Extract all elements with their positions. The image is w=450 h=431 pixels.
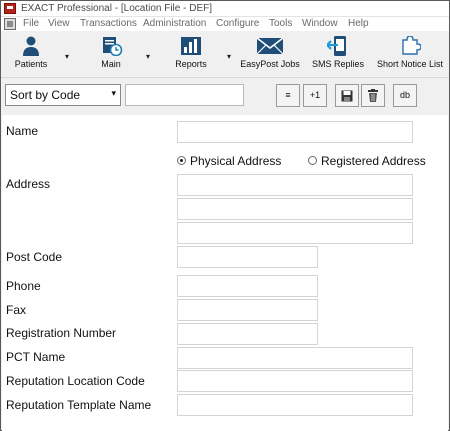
pct-name-field[interactable] — [177, 347, 413, 369]
reports-button[interactable]: Reports — [169, 36, 213, 76]
easypost-jobs-button[interactable]: EasyPost Jobs — [239, 36, 301, 76]
puzzle-icon — [402, 36, 421, 55]
document-menu-icon[interactable] — [4, 18, 16, 30]
db-label: db — [399, 90, 410, 100]
envelope-icon — [256, 37, 284, 55]
reports-dropdown-arrow[interactable]: ▾ — [227, 52, 231, 61]
registered-address-radio[interactable]: Registered Address — [308, 154, 426, 168]
menu-configure[interactable]: Configure — [216, 18, 259, 29]
phone-reply-icon — [327, 36, 346, 56]
sms-replies-label: SMS Replies — [311, 59, 365, 69]
reputation-template-name-label: Reputation Template Name — [6, 398, 152, 412]
main-dropdown-arrow[interactable]: ▾ — [146, 52, 150, 61]
delete-button[interactable] — [361, 84, 385, 107]
menu-window[interactable]: Window — [302, 18, 338, 29]
floppy-disk-icon — [341, 90, 353, 102]
post-code-label: Post Code — [6, 250, 63, 264]
main-toolbar: Patients ▾ Main ▾ Reports ▾ EasyPost Job… — [1, 32, 449, 78]
short-notice-list-label: Short Notice List — [376, 59, 444, 69]
post-code-field[interactable] — [177, 246, 318, 268]
list-button[interactable]: ≡ — [276, 84, 300, 107]
radio-unselected-icon — [308, 156, 317, 165]
sort-by-value: Sort by Code — [10, 88, 81, 102]
record-navigation-bar: Sort by Code ▾ ≡ +1 db — [1, 79, 449, 115]
plus-one-button[interactable]: +1 — [303, 84, 327, 107]
physical-address-radio[interactable]: Physical Address — [177, 154, 281, 168]
person-icon — [23, 36, 39, 56]
address-line-3-field[interactable] — [177, 222, 413, 244]
location-form: Name Physical Address Registered Address… — [2, 115, 448, 431]
window-title: EXACT Professional - [Location File - DE… — [21, 3, 212, 14]
fax-field[interactable] — [177, 299, 318, 321]
easypost-jobs-label: EasyPost Jobs — [240, 59, 300, 69]
menu-transactions[interactable]: Transactions — [80, 18, 137, 29]
name-field[interactable] — [177, 121, 413, 143]
pct-name-label: PCT Name — [6, 350, 66, 364]
fax-label: Fax — [6, 303, 27, 317]
menu-bar: File View Transactions Administration Co… — [1, 17, 449, 31]
menu-view[interactable]: View — [48, 18, 70, 29]
application-window: EXACT Professional - [Location File - DE… — [0, 0, 450, 431]
exact-app-icon — [4, 3, 16, 14]
registration-number-field[interactable] — [177, 323, 318, 345]
list-icon: ≡ — [285, 90, 291, 100]
physical-address-label: Physical Address — [190, 154, 282, 168]
sort-by-dropdown[interactable]: Sort by Code ▾ — [5, 84, 121, 106]
reputation-location-code-field[interactable] — [177, 370, 413, 392]
save-button[interactable] — [335, 84, 359, 107]
patients-dropdown-arrow[interactable]: ▾ — [65, 52, 69, 61]
registered-address-label: Registered Address — [321, 154, 426, 168]
address-line-2-field[interactable] — [177, 198, 413, 220]
bar-chart-icon — [181, 37, 201, 55]
title-bar: EXACT Professional - [Location File - DE… — [1, 1, 449, 17]
short-notice-list-button[interactable]: Short Notice List — [374, 36, 446, 76]
phone-field[interactable] — [177, 275, 318, 297]
address-line-1-field[interactable] — [177, 174, 413, 196]
address-label: Address — [6, 177, 51, 191]
sms-replies-button[interactable]: SMS Replies — [311, 36, 365, 76]
search-input[interactable] — [125, 84, 244, 106]
name-label: Name — [6, 124, 39, 138]
reputation-template-name-field[interactable] — [177, 394, 413, 416]
radio-selected-icon — [177, 156, 186, 165]
registration-number-label: Registration Number — [6, 326, 117, 340]
main-button[interactable]: Main — [91, 36, 131, 76]
menu-help[interactable]: Help — [348, 18, 369, 29]
phone-label: Phone — [6, 279, 41, 293]
trash-icon — [368, 89, 378, 102]
patients-label: Patients — [14, 59, 48, 69]
chevron-down-icon: ▾ — [111, 88, 116, 98]
patients-button[interactable]: Patients — [9, 36, 53, 76]
menu-tools[interactable]: Tools — [269, 18, 292, 29]
clock-document-icon — [103, 37, 123, 56]
plus-one-label: +1 — [309, 90, 321, 100]
reputation-location-code-label: Reputation Location Code — [6, 374, 145, 388]
menu-file[interactable]: File — [23, 18, 39, 29]
menu-administration[interactable]: Administration — [143, 18, 206, 29]
db-button[interactable]: db — [393, 84, 417, 107]
main-label: Main — [101, 59, 121, 69]
reports-label: Reports — [175, 59, 207, 69]
